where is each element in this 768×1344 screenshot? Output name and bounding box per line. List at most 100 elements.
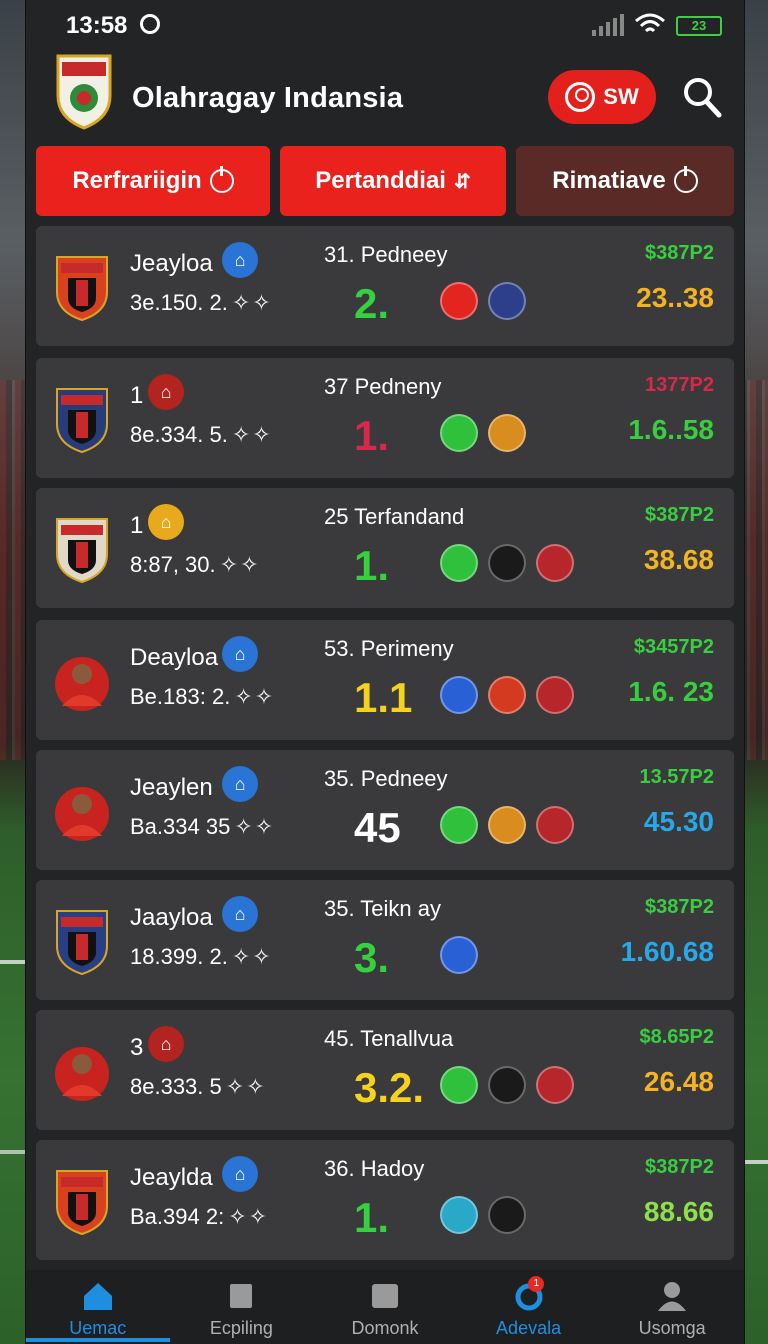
odds-label: $8.65P2: [639, 1026, 714, 1048]
nav-label: Adevala: [496, 1318, 562, 1338]
card-icon: [371, 1284, 398, 1308]
match-score: 1.1: [354, 674, 413, 721]
team-crest-icon: [56, 1170, 108, 1236]
odds-value: 38.68: [643, 544, 714, 575]
status-time: 13:58: [66, 12, 128, 39]
match-stat: Ba.394 2: ✧✧: [130, 1204, 269, 1230]
team-badge-icon: ⌂: [222, 766, 258, 802]
status-bar: 13:58 23: [26, 0, 744, 52]
tab-glyph-icon: ⇵: [453, 170, 471, 193]
player-name: Jaayloa: [130, 904, 213, 931]
team-badges: [440, 1196, 526, 1234]
team-badge-icon: ⌂: [222, 636, 258, 672]
club-badge-icon: [536, 544, 574, 582]
club-badge-icon: [488, 1196, 526, 1234]
nav-label: Domonk: [351, 1318, 419, 1338]
match-card[interactable]: 1 ⌂ 8:87, 30. ✧✧ 25 Terfandand 1. $387P2 38.68: [36, 488, 734, 608]
match-score: 1.: [354, 412, 390, 459]
odds-value: 1.60.68: [620, 936, 714, 967]
club-badge-icon: [488, 676, 526, 714]
sparkle-icon: ✧✧: [219, 552, 261, 577]
team-badges: [440, 806, 574, 844]
match-stat-text: 3e.150. 2.: [130, 290, 228, 315]
match-card[interactable]: Jeaylda ⌂ Ba.394 2: ✧✧ 36. Hadoy 1. $387P2 88.6…: [36, 1140, 734, 1260]
nav-item-adevala[interactable]: 1 Adevala: [457, 1270, 601, 1344]
wifi-icon: [635, 13, 665, 33]
app-screen: 13:58 23 Olahragay Indansia SW Rerfrarii…: [26, 0, 744, 1344]
match-card[interactable]: Jeaylen ⌂ Ba.334 35 ✧✧ 35. Pedneey 45 13.57P2 4…: [36, 750, 734, 870]
match-stat-text: Be.183: 2.: [130, 684, 231, 709]
club-badge-icon: [488, 806, 526, 844]
sparkle-icon: ✧✧: [231, 422, 273, 447]
player-name: Jeaylda: [130, 1164, 213, 1191]
match-card[interactable]: 1 ⌂ 8e.334. 5. ✧✧ 37 Pedneny 1. 1377P2 1.6..58: [36, 358, 734, 478]
sparkle-icon: ✧✧: [231, 944, 273, 969]
player-avatar: [55, 787, 109, 841]
club-badge-icon: [488, 414, 526, 452]
notification-icon: [140, 14, 160, 34]
match-card[interactable]: 3 ⌂ 8e.333. 5 ✧✧ 45. Tenallvua 3.2. $8.65P2 26.…: [36, 1010, 734, 1130]
filter-tabs: Rerfrariigin Pertanddiai ⇵ Rimatiave: [36, 146, 734, 218]
team-badge-icon: ⌂: [222, 896, 258, 932]
club-badge-icon: [536, 676, 574, 714]
home-icon: [83, 1283, 112, 1310]
league-name: 36. Hadoy: [324, 1156, 425, 1181]
league-name: 35. Teikn ay: [324, 896, 442, 921]
match-stat-text: 8e.334. 5.: [130, 422, 228, 447]
user-icon: [658, 1282, 687, 1311]
tab-label: Rimatiave: [552, 167, 666, 194]
nav-label: Uemac: [69, 1318, 127, 1338]
tab-rimatiave[interactable]: Rimatiave: [516, 146, 734, 216]
match-stat-text: 8e.333. 5: [130, 1074, 222, 1099]
tab-label: Rerfrariigin: [72, 167, 202, 194]
team-crest-icon: [56, 388, 108, 454]
odds-value: 88.66: [643, 1196, 714, 1227]
nav-item-ecpiling[interactable]: Ecpiling: [170, 1270, 314, 1344]
league-name: 31. Pedneey: [324, 242, 448, 267]
match-stat-text: 18.399. 2.: [130, 944, 228, 969]
league-name: 37 Pedneny: [324, 374, 442, 399]
team-badge-icon: ⌂: [148, 1026, 184, 1062]
match-stat: Be.183: 2. ✧✧: [130, 684, 275, 710]
sw-button[interactable]: SW: [548, 70, 656, 124]
player-avatar: [55, 657, 109, 711]
nav-item-domonk[interactable]: Domonk: [313, 1270, 457, 1344]
sparkle-icon: ✧✧: [225, 1074, 267, 1099]
nav-item-uemac[interactable]: Uemac: [26, 1270, 170, 1344]
team-badge-icon: ⌂: [222, 242, 258, 278]
club-badge-icon: [440, 806, 478, 844]
team-badge-icon: ⌂: [148, 504, 184, 540]
sparkle-icon: ✧✧: [234, 814, 276, 839]
club-badge-icon: [440, 414, 478, 452]
match-card[interactable]: Jaayloa ⌂ 18.399. 2. ✧✧ 35. Teikn ay 3. $387P2…: [36, 880, 734, 1000]
odds-label: $387P2: [645, 1156, 714, 1178]
app-header: Olahragay Indansia SW: [26, 52, 744, 142]
power-icon: [209, 166, 234, 193]
player-name: Deayloa: [130, 644, 219, 671]
player-name: 3: [130, 1034, 144, 1061]
nav-item-usomga[interactable]: Usomga: [600, 1270, 744, 1344]
search-icon[interactable]: [682, 76, 722, 118]
nav-label: Usomga: [638, 1318, 706, 1338]
league-name: 45. Tenallvua: [324, 1026, 454, 1051]
match-card[interactable]: Deayloa ⌂ Be.183: 2. ✧✧ 53. Perimeny 1.1 $3457…: [36, 620, 734, 740]
bottom-navigation: Uemac Ecpiling Domonk 1 Adevala Usomga: [26, 1270, 744, 1344]
player-name: 1: [130, 382, 144, 409]
odds-value: 45.30: [643, 806, 714, 837]
tab-label: Pertanddiai: [315, 167, 446, 194]
club-badge-icon: [488, 1066, 526, 1104]
tab-pertanddiai[interactable]: Pertanddiai ⇵: [280, 146, 506, 216]
club-badge-icon: [536, 806, 574, 844]
league-name: 25 Terfandand: [324, 504, 465, 529]
league-name: 35. Pedneey: [324, 766, 448, 791]
team-crest-icon: [56, 518, 108, 584]
odds-value: 1.6. 23: [628, 676, 714, 707]
team-badge-icon: ⌂: [148, 374, 184, 410]
match-card[interactable]: Jeayloa ⌂ 3e.150. 2. ✧✧ 31. Pedneey 2. $387P2 2…: [36, 226, 734, 346]
sw-button-label: SW: [603, 84, 639, 109]
player-name: 1: [130, 512, 144, 539]
club-badge-icon: [440, 544, 478, 582]
odds-label: 1377P2: [645, 374, 714, 396]
odds-label: $3457P2: [633, 636, 714, 658]
tab-rerfrariigin[interactable]: Rerfrariigin: [36, 146, 270, 216]
